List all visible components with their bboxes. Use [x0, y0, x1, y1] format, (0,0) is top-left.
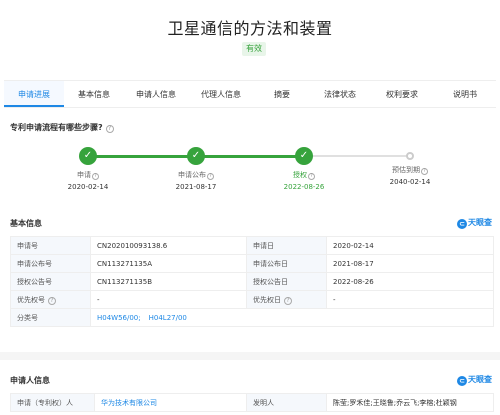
- check-icon: ✓: [295, 147, 313, 165]
- tab-agent-info[interactable]: 代理人信息: [188, 81, 254, 107]
- field-value: 2021-08-17: [326, 254, 494, 273]
- timeline-step-expiry: 预估到期? 2040-02-14: [380, 147, 440, 186]
- table-row: 授权公告号 CN113271135B 授权公告日 2022-08-26: [10, 272, 494, 291]
- field-value: -: [90, 290, 247, 309]
- field-label: 发明人: [246, 393, 327, 412]
- pending-dot-icon: [406, 152, 414, 160]
- applicant-info-table: 申请（专利权）人 华为技术有限公司 发明人 陈莹;罗禾佳;王晓鲁;乔云飞;李榕;…: [10, 393, 494, 412]
- field-label: 分类号: [10, 308, 91, 327]
- step-date: 2040-02-14: [389, 178, 431, 186]
- help-icon[interactable]: ?: [207, 173, 214, 180]
- step-label: 预估到期: [392, 166, 420, 174]
- process-question-text: 专利申请流程有哪些步骤?: [10, 123, 103, 132]
- check-icon: ✓: [79, 147, 97, 165]
- section-title-applicant-info: 申请人信息: [10, 376, 50, 385]
- eye-icon: ⊂: [457, 219, 467, 229]
- section-divider: [0, 352, 500, 360]
- progress-timeline: ✓ 申请? 2020-02-14 ✓ 申请公布? 2021-08-17 ✓ 授权…: [0, 147, 500, 197]
- table-row: 申请（专利权）人 华为技术有限公司 发明人 陈莹;罗禾佳;王晓鲁;乔云飞;李榕;…: [10, 393, 494, 412]
- field-label: 优先权号: [17, 295, 45, 304]
- step-label: 授权: [293, 171, 307, 179]
- tab-progress[interactable]: 申请进展: [4, 81, 64, 107]
- process-question: 专利申请流程有哪些步骤??: [10, 122, 114, 133]
- tab-applicant-info[interactable]: 申请人信息: [124, 81, 188, 107]
- step-date: 2021-08-17: [175, 183, 217, 191]
- brand-logo[interactable]: ⊂ 天眼查: [457, 374, 492, 386]
- field-label: 授权公告号: [10, 272, 91, 291]
- field-label: 优先权日: [253, 295, 281, 304]
- field-value: 2022-08-26: [326, 272, 494, 291]
- field-label: 授权公告日: [246, 272, 327, 291]
- field-value: CN202010093138.6: [90, 236, 247, 255]
- field-label: 申请公布号: [10, 254, 91, 273]
- page-title: 卫星通信的方法和装置: [167, 19, 333, 38]
- table-row: 申请公布号 CN113271135A 申请公布日 2021-08-17: [10, 254, 494, 273]
- tab-legal-status[interactable]: 法律状态: [310, 81, 370, 107]
- brand-name: 天眼查: [468, 375, 492, 384]
- help-icon[interactable]: ?: [284, 296, 292, 305]
- tab-claims[interactable]: 权利要求: [370, 81, 434, 107]
- step-label: 申请: [77, 171, 91, 179]
- timeline-step-grant: ✓ 授权? 2022-08-26: [274, 147, 334, 191]
- help-icon[interactable]: ?: [48, 296, 56, 305]
- check-icon: ✓: [187, 147, 205, 165]
- section-title-basic-info: 基本信息: [10, 219, 42, 228]
- tab-description[interactable]: 说明书: [434, 81, 496, 107]
- help-icon[interactable]: ?: [308, 173, 315, 180]
- field-label: 申请号: [10, 236, 91, 255]
- field-label: 申请公布日: [246, 254, 327, 273]
- classification-link[interactable]: H04L27/00: [149, 314, 187, 322]
- field-value: CN113271135B: [90, 272, 247, 291]
- tab-basic-info[interactable]: 基本信息: [64, 81, 124, 107]
- inventors-value: 陈莹;罗禾佳;王晓鲁;乔云飞;李榕;杜颖钢: [326, 393, 494, 412]
- help-icon[interactable]: ?: [105, 125, 114, 133]
- timeline-step-apply: ✓ 申请? 2020-02-14: [58, 147, 118, 191]
- field-label: 申请日: [246, 236, 327, 255]
- tab-abstract[interactable]: 摘要: [254, 81, 310, 107]
- eye-icon: ⊂: [457, 376, 467, 386]
- table-row: 优先权号? - 优先权日? -: [10, 290, 494, 309]
- table-row: 分类号 H04W56/00; H04L27/00: [10, 308, 494, 327]
- help-icon[interactable]: ?: [421, 168, 428, 175]
- help-icon[interactable]: ?: [92, 173, 99, 180]
- classification-link[interactable]: H04W56/00;: [97, 314, 141, 322]
- field-value: CN113271135A: [90, 254, 247, 273]
- step-date: 2022-08-26: [283, 183, 325, 191]
- step-date: 2020-02-14: [67, 183, 109, 191]
- tab-bar: 申请进展 基本信息 申请人信息 代理人信息 摘要 法律状态 权利要求 说明书: [4, 80, 496, 108]
- step-label: 申请公布: [178, 171, 206, 179]
- basic-info-table: 申请号 CN202010093138.6 申请日 2020-02-14 申请公布…: [10, 236, 494, 327]
- timeline-step-publish: ✓ 申请公布? 2021-08-17: [166, 147, 226, 191]
- field-value: -: [326, 290, 494, 309]
- brand-name: 天眼查: [468, 218, 492, 227]
- table-row: 申请号 CN202010093138.6 申请日 2020-02-14: [10, 236, 494, 255]
- status-badge: 有效: [242, 42, 266, 56]
- field-label: 申请（专利权）人: [10, 393, 95, 412]
- field-value: 2020-02-14: [326, 236, 494, 255]
- applicant-link[interactable]: 华为技术有限公司: [101, 399, 157, 407]
- brand-logo[interactable]: ⊂ 天眼查: [457, 217, 492, 229]
